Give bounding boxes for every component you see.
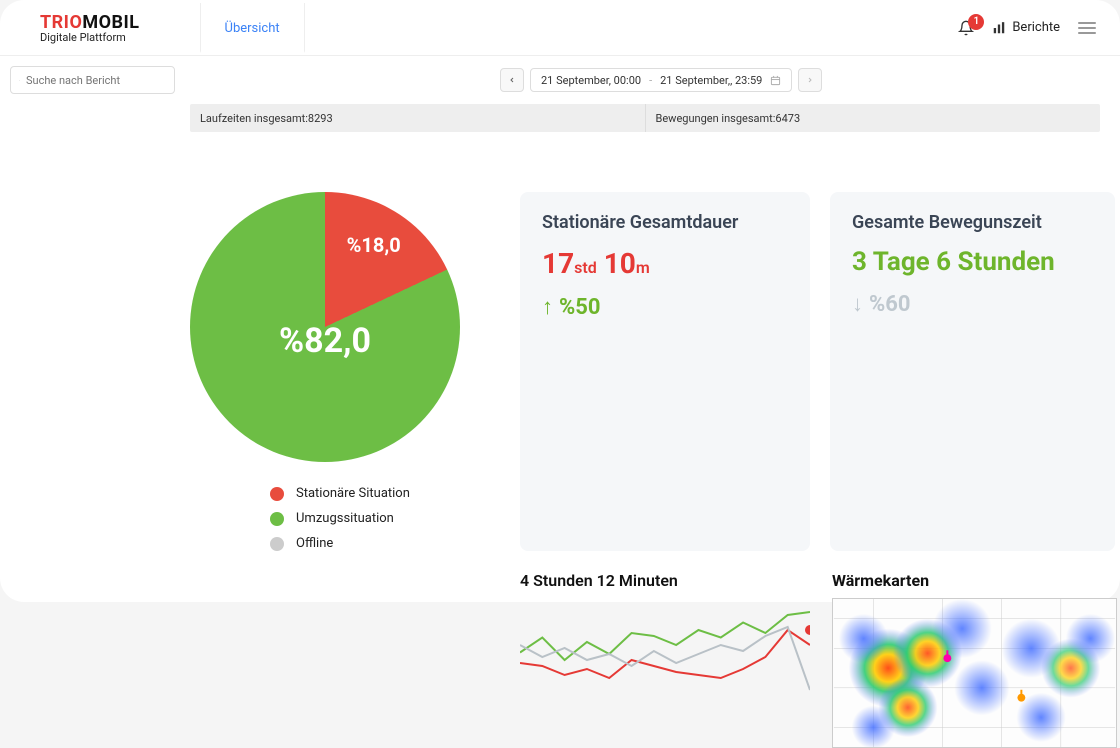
card-stationary-duration: Stationäre Gesamtdauer 17std 10m %50	[520, 192, 810, 551]
legend-label: Umzugssituation	[296, 511, 394, 526]
card-delta: %60	[852, 291, 1093, 317]
summary-runtimes: Laufzeiten insgesamt:8293	[190, 104, 646, 132]
pie-label-moving: %82,0	[279, 321, 371, 361]
summary-movements-label: Bewegungen insgesamt:	[656, 112, 776, 125]
value-minutes: 10	[604, 247, 636, 280]
header-right: 1 Berichte	[958, 20, 1096, 36]
status-pie-chart: %18,0 %82,0	[190, 192, 460, 462]
pie-panel: %18,0 %82,0 Stationäre Situation Umzugss…	[190, 192, 500, 551]
notification-badge: 1	[968, 14, 984, 30]
main-grid: %18,0 %82,0 Stationäre Situation Umzugss…	[0, 132, 1120, 561]
date-next-button[interactable]	[798, 68, 822, 92]
delta-value: %60	[869, 292, 911, 317]
summary-bar: Laufzeiten insgesamt:8293 Bewegungen ins…	[190, 104, 1100, 132]
legend-item-moving: Umzugssituation	[270, 511, 500, 526]
legend-label: Offline	[296, 536, 333, 551]
logo: TRIOMOBIL Digitale Plattform	[40, 12, 140, 44]
mini-chart-title: 4 Stunden 12 Minuten	[520, 571, 810, 590]
calendar-icon	[770, 75, 781, 86]
unit-minutes: m	[636, 258, 650, 277]
tab-overview[interactable]: Übersicht	[200, 3, 305, 53]
unit-hours: std	[574, 258, 597, 277]
summary-movements-value: 6473	[775, 112, 800, 125]
logo-subtitle: Digitale Plattform	[40, 31, 140, 44]
dot-icon	[270, 537, 284, 551]
search-box[interactable]	[10, 66, 175, 94]
pie-legend: Stationäre Situation Umzugssituation Off…	[270, 486, 500, 551]
dot-icon	[270, 512, 284, 526]
app-window: TRIOMOBIL Digitale Plattform Übersicht 1…	[0, 0, 1120, 602]
date-range-picker[interactable]: 21 September, 00:00 - 21 September,, 23:…	[530, 68, 792, 92]
logo-part1: TRIO	[40, 12, 82, 33]
card-delta: %50	[542, 294, 788, 320]
card-value: 3 Tage 6 Stunden	[852, 247, 1093, 277]
reports-label: Berichte	[1012, 20, 1060, 35]
search-icon	[19, 75, 20, 86]
legend-item-stationary: Stationäre Situation	[270, 486, 500, 501]
chevron-right-icon	[806, 76, 814, 84]
toolbar-row: 21 September, 00:00 - 21 September,, 23:…	[0, 56, 1120, 104]
heatmap-title: Wärmekarten	[832, 571, 1117, 590]
summary-movements: Bewegungen insgesamt: 6473	[646, 104, 1101, 132]
logo-part2: MOBIL	[82, 12, 139, 33]
lower-grid: 4 Stunden 12 Minuten Wärmekarten	[520, 571, 1090, 748]
summary-runtimes-value: 8293	[308, 112, 333, 125]
arrow-up-icon	[542, 294, 553, 320]
reports-link[interactable]: Berichte	[992, 20, 1060, 35]
menu-button[interactable]	[1078, 22, 1096, 34]
heatmap-panel: Wärmekarten	[832, 571, 1117, 748]
notifications-button[interactable]: 1	[958, 20, 974, 36]
legend-label: Stationäre Situation	[296, 486, 410, 501]
delta-value: %50	[559, 295, 601, 320]
card-moving-duration: Gesamte Bewegunszeit 3 Tage 6 Stunden %6…	[830, 192, 1115, 551]
card-title: Gesamte Bewegunszeit	[852, 212, 1093, 233]
date-from: 21 September, 00:00	[541, 74, 641, 87]
chevron-left-icon	[508, 76, 516, 84]
search-input[interactable]	[26, 74, 166, 87]
mini-chart-panel: 4 Stunden 12 Minuten	[520, 571, 810, 748]
heatmap-svg	[833, 599, 1116, 747]
arrow-down-icon	[852, 291, 863, 317]
heatmap-image[interactable]	[832, 598, 1117, 748]
date-prev-button[interactable]	[500, 68, 524, 92]
date-to: 21 September,, 23:59	[660, 74, 762, 87]
value-hours: 17	[542, 247, 574, 280]
legend-item-offline: Offline	[270, 536, 500, 551]
header: TRIOMOBIL Digitale Plattform Übersicht 1…	[0, 0, 1120, 56]
pie-label-stationary: %18,0	[347, 233, 401, 257]
tabs: Übersicht	[200, 3, 305, 53]
card-title: Stationäre Gesamtdauer	[542, 212, 788, 233]
date-navigator: 21 September, 00:00 - 21 September,, 23:…	[500, 68, 822, 92]
date-separator: -	[649, 74, 652, 87]
dot-icon	[270, 487, 284, 501]
summary-runtimes-label: Laufzeiten insgesamt:	[200, 112, 308, 125]
trend-line-chart	[520, 600, 810, 720]
chart-icon	[992, 21, 1006, 35]
card-value: 17std 10m	[542, 247, 788, 280]
